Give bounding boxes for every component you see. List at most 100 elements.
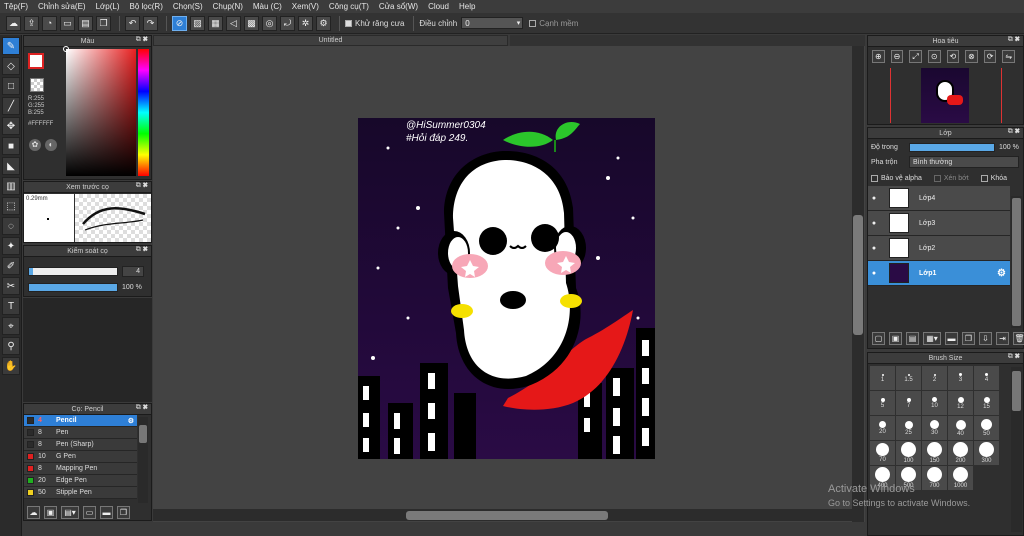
- brush-file-icon[interactable]: ▭: [83, 506, 96, 519]
- brush-size-cell[interactable]: 1: [870, 366, 895, 390]
- eye-icon[interactable]: ●: [868, 270, 880, 277]
- brush-item-pen[interactable]: 8 Pen: [24, 427, 137, 439]
- brush-size-input[interactable]: 4: [122, 266, 144, 277]
- brush-size-cell[interactable]: 200: [948, 441, 973, 465]
- menu-help[interactable]: Help: [459, 2, 475, 11]
- brush-item-g-pen[interactable]: 10 G Pen: [24, 451, 137, 463]
- panel-controls-icon[interactable]: ⧉ ✖: [1008, 128, 1020, 136]
- soft-edge-checkbox[interactable]: [529, 19, 537, 27]
- radial-snap-icon[interactable]: ◁: [226, 15, 241, 31]
- rotate-left-icon[interactable]: ⟲: [946, 50, 960, 63]
- artwork-canvas[interactable]: @HiSummer0304 #Hỏi đáp 249.: [358, 118, 655, 459]
- panel-controls-icon[interactable]: ⧉ ✖: [1008, 36, 1020, 44]
- gradient-tool-icon[interactable]: ▥: [2, 177, 20, 195]
- document-tab[interactable]: Untitled: [153, 35, 508, 46]
- brush-size-cell[interactable]: 12: [948, 391, 973, 415]
- new-layer-icon[interactable]: ▢: [872, 332, 885, 345]
- merge-layer-icon[interactable]: ⇩: [979, 332, 992, 345]
- brush-size-cell[interactable]: 300: [974, 441, 999, 465]
- brush-size-scrollbar[interactable]: [1011, 367, 1022, 532]
- brush-menu-icon[interactable]: ▤▾: [61, 506, 79, 519]
- undo-icon[interactable]: ↶: [125, 15, 140, 31]
- redo-icon[interactable]: ↷: [143, 15, 158, 31]
- flip-icon[interactable]: ⇋: [1002, 50, 1015, 63]
- menu-capture[interactable]: Chụp(N): [213, 2, 243, 11]
- brush-size-cell[interactable]: 15: [974, 391, 999, 415]
- brush-size-cell[interactable]: 4: [974, 366, 999, 390]
- layer-row[interactable]: ● Lớp2: [868, 236, 1010, 261]
- line-tool-icon[interactable]: ╱: [2, 97, 20, 115]
- zoom-in-icon[interactable]: ⊕: [872, 50, 885, 63]
- menu-view[interactable]: Xem(V): [292, 2, 319, 11]
- panel-controls-icon[interactable]: ⧉ ✖: [136, 404, 148, 412]
- menu-filter[interactable]: Bộ lọc(R): [130, 2, 163, 11]
- layer-icon[interactable]: ▤: [78, 15, 93, 31]
- brush-item-pen-sharp[interactable]: 8 Pen (Sharp): [24, 439, 137, 451]
- eye-icon[interactable]: ●: [868, 245, 880, 252]
- menu-window[interactable]: Cửa sổ(W): [379, 2, 418, 11]
- select-tool-icon[interactable]: ⬚: [2, 197, 20, 215]
- no-snap-icon[interactable]: ⊘: [172, 15, 187, 31]
- brush-size-cell[interactable]: 100: [896, 441, 921, 465]
- brush-item-stipple-pen[interactable]: 50 Stipple Pen: [24, 487, 137, 499]
- actual-size-icon[interactable]: ⊙: [927, 50, 941, 63]
- fit-icon[interactable]: ⤢: [909, 50, 922, 63]
- brush-opacity-slider[interactable]: [28, 283, 118, 292]
- menu-layer[interactable]: Lớp(L): [96, 2, 120, 11]
- layer-opacity-slider[interactable]: [909, 143, 995, 152]
- rotate-reset-icon[interactable]: ⊗: [965, 50, 978, 63]
- zoom-out-icon[interactable]: ⊖: [890, 50, 904, 63]
- canvas-horizontal-thumb[interactable]: [406, 511, 608, 520]
- grid-snap-icon[interactable]: ▦: [208, 15, 223, 31]
- layers-scrollbar[interactable]: [1011, 196, 1022, 328]
- cloud-icon[interactable]: ☁: [6, 15, 21, 31]
- text-tool-icon[interactable]: T: [2, 297, 20, 315]
- eye-icon[interactable]: ●: [868, 220, 880, 227]
- foreground-color-swatch[interactable]: [28, 53, 44, 69]
- rotate-right-icon[interactable]: ⟳: [983, 50, 997, 63]
- protect-alpha-checkbox[interactable]: [871, 175, 878, 182]
- add-brush-icon[interactable]: ▣: [44, 506, 57, 519]
- layer-row[interactable]: ● Lớp3: [868, 211, 1010, 236]
- cloud-brush-icon[interactable]: ☁: [27, 506, 40, 519]
- transfer-layer-icon[interactable]: ⇥: [996, 332, 1009, 345]
- brush-size-cell[interactable]: 7: [896, 391, 921, 415]
- layer-row[interactable]: ● Lớp4: [868, 186, 1010, 211]
- panel-controls-icon[interactable]: ⧉ ✖: [136, 246, 148, 254]
- lock-checkbox[interactable]: [980, 175, 988, 182]
- brush-size-cell[interactable]: 1000: [948, 466, 973, 490]
- color-picker-cursor[interactable]: [63, 46, 69, 52]
- color-wheel-icon[interactable]: ◐: [45, 139, 57, 151]
- brush-list-scrollbar[interactable]: [138, 417, 148, 503]
- panel-controls-icon[interactable]: ⧉ ✖: [136, 182, 148, 190]
- new-halftone-layer-icon[interactable]: ▣: [889, 332, 902, 345]
- brush-folder-icon[interactable]: ▬: [100, 506, 113, 519]
- clipping-checkbox[interactable]: [933, 175, 941, 182]
- blend-mode-dropdown[interactable]: Bình thường: [909, 156, 1019, 168]
- layer-row-selected[interactable]: ● Lớp1 ⚙: [868, 261, 1010, 286]
- palette-icon[interactable]: ✿: [29, 139, 41, 151]
- antialias-checkbox[interactable]: [345, 19, 352, 27]
- brush-item-pencil[interactable]: 4 Pencil ⚙: [24, 415, 137, 427]
- export-icon[interactable]: ⇪: [24, 15, 39, 31]
- move-tool-icon[interactable]: ✥: [2, 117, 20, 135]
- parallel-snap-icon[interactable]: ▨: [190, 15, 205, 31]
- menu-color[interactable]: Màu (C): [253, 2, 282, 11]
- bucket-tool-icon[interactable]: ◣: [2, 157, 20, 175]
- transparent-color-swatch[interactable]: [30, 78, 44, 92]
- menu-select[interactable]: Chọn(S): [173, 2, 203, 11]
- divide-tool-icon[interactable]: ⌖: [2, 317, 20, 335]
- brush-size-cell[interactable]: 150: [922, 441, 947, 465]
- canvas-vertical-thumb[interactable]: [853, 215, 863, 335]
- layer-menu-icon[interactable]: ▦▾: [923, 332, 941, 345]
- brush-size-cell[interactable]: 50: [974, 416, 999, 440]
- brush-size-cell[interactable]: 20: [870, 416, 895, 440]
- brush-copy-icon[interactable]: ❐: [117, 506, 130, 519]
- brush-item-edge-pen[interactable]: 20 Edge Pen: [24, 475, 137, 487]
- hue-slider[interactable]: [138, 49, 149, 176]
- brush-size-cell[interactable]: 30: [922, 416, 947, 440]
- menu-edit[interactable]: Chỉnh sửa(E): [38, 2, 86, 11]
- brush-size-cell[interactable]: 2: [922, 366, 947, 390]
- brush-item-mapping-pen[interactable]: 8 Mapping Pen: [24, 463, 137, 475]
- copy-icon[interactable]: ❐: [96, 15, 111, 31]
